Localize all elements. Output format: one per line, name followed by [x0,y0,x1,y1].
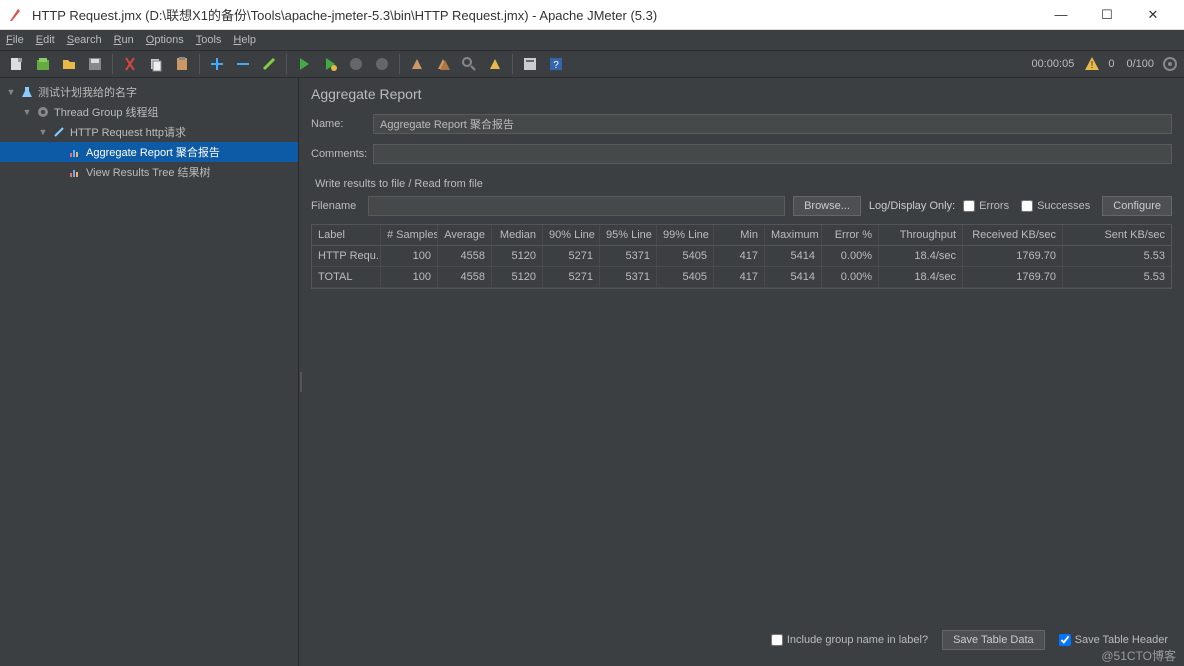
expand-icon[interactable] [206,53,228,75]
menu-options[interactable]: Options [146,34,184,46]
close-button[interactable]: ✕ [1130,1,1176,29]
successes-check[interactable]: Successes [1021,200,1090,212]
tree-thread-group[interactable]: ▼ Thread Group 线程组 [0,102,298,122]
th-min[interactable]: Min [714,225,765,245]
app-icon [8,7,24,23]
menu-edit[interactable]: Edit [36,34,55,46]
menubar: File Edit Search Run Options Tools Help [0,30,1184,50]
minimize-button[interactable]: — [1038,1,1084,29]
th-average[interactable]: Average [438,225,492,245]
results-table: Label # Samples Average Median 90% Line … [311,224,1172,289]
errors-check[interactable]: Errors [963,200,1009,212]
open-icon[interactable] [58,53,80,75]
watermark: @51CTO博客 [1101,647,1176,664]
collapse-icon[interactable] [232,53,254,75]
start-noTimers-icon[interactable] [319,53,341,75]
svg-text:!: ! [1091,60,1094,71]
search-icon[interactable] [458,53,480,75]
stop-icon[interactable] [345,53,367,75]
save-header-check[interactable]: Save Table Header [1059,634,1168,646]
chevron-down-icon[interactable]: ▼ [6,87,16,97]
menu-search[interactable]: Search [67,34,102,46]
comments-label: Comments: [311,148,373,160]
browse-button[interactable]: Browse... [793,196,861,216]
panel-heading: Aggregate Report [311,86,1172,102]
maximize-button[interactable]: ☐ [1084,1,1130,29]
new-icon[interactable] [6,53,28,75]
tree-aggregate-report[interactable]: Aggregate Report 聚合报告 [0,142,298,162]
titlebar: HTTP Request.jmx (D:\联想X1的备份\Tools\apach… [0,0,1184,30]
tree-results-label: View Results Tree 结果树 [86,164,211,180]
th-max[interactable]: Maximum [765,225,822,245]
chart-icon [68,165,82,179]
clear-all-icon[interactable] [432,53,454,75]
configure-button[interactable]: Configure [1102,196,1172,216]
reset-search-icon[interactable] [484,53,506,75]
tree-request-label: HTTP Request http请求 [70,124,186,140]
name-label: Name: [311,118,373,130]
test-plan-tree: ▼ 测试计划我给的名字 ▼ Thread Group 线程组 ▼ HTTP Re… [0,78,299,666]
table-row[interactable]: HTTP Requ... 100 4558 5120 5271 5371 540… [312,246,1171,267]
cut-icon[interactable] [119,53,141,75]
menu-run[interactable]: Run [114,34,134,46]
save-table-data-button[interactable]: Save Table Data [942,630,1045,650]
gear-icon [36,105,50,119]
warn-count: 0 [1108,58,1114,70]
th-median[interactable]: Median [492,225,543,245]
chevron-down-icon[interactable]: ▼ [38,127,48,137]
th-samples[interactable]: # Samples [381,225,438,245]
include-group-check[interactable]: Include group name in label? [771,634,928,646]
shutdown-icon[interactable] [371,53,393,75]
paste-icon[interactable] [171,53,193,75]
start-icon[interactable] [293,53,315,75]
logdisplay-label: Log/Display Only: [869,200,955,212]
th-error[interactable]: Error % [822,225,879,245]
chart-icon [68,145,82,159]
tree-root-label: 测试计划我给的名字 [38,84,137,100]
fieldset-label: Write results to file / Read from file [315,178,1172,190]
comments-input[interactable] [373,144,1172,164]
th-throughput[interactable]: Throughput [879,225,963,245]
tree-aggregate-label: Aggregate Report 聚合报告 [86,144,220,160]
table-row[interactable]: TOTAL 100 4558 5120 5271 5371 5405 417 5… [312,267,1171,288]
splitter[interactable] [299,78,303,666]
tree-results-tree[interactable]: View Results Tree 结果树 [0,162,298,182]
toggle-icon[interactable] [258,53,280,75]
flask-icon [20,85,34,99]
svg-text:?: ? [553,60,559,71]
elapsed-time: 00:00:05 [1032,58,1075,70]
th-received[interactable]: Received KB/sec [963,225,1063,245]
tree-http-request[interactable]: ▼ HTTP Request http请求 [0,122,298,142]
filename-label: Filename [311,200,356,212]
th-90[interactable]: 90% Line [543,225,600,245]
tree-root[interactable]: ▼ 测试计划我给的名字 [0,82,298,102]
help-icon[interactable]: ? [545,53,567,75]
pipette-icon [52,125,66,139]
tree-group-label: Thread Group 线程组 [54,104,159,120]
window-title: HTTP Request.jmx (D:\联想X1的备份\Tools\apach… [32,5,1038,24]
function-helper-icon[interactable] [519,53,541,75]
templates-icon[interactable] [32,53,54,75]
th-99[interactable]: 99% Line [657,225,714,245]
warning-icon[interactable]: ! [1084,56,1100,72]
th-label[interactable]: Label [312,225,381,245]
menu-tools[interactable]: Tools [196,34,222,46]
content-panel: Aggregate Report Name: Comments: Write r… [303,78,1184,666]
toolbar: ? 00:00:05 ! 0 0/100 [0,50,1184,78]
thread-count: 0/100 [1126,58,1154,70]
menu-help[interactable]: Help [233,34,256,46]
table-header: Label # Samples Average Median 90% Line … [312,225,1171,246]
th-95[interactable]: 95% Line [600,225,657,245]
save-icon[interactable] [84,53,106,75]
threads-icon[interactable] [1162,56,1178,72]
clear-icon[interactable] [406,53,428,75]
copy-icon[interactable] [145,53,167,75]
filename-input[interactable] [368,196,785,216]
name-input[interactable] [373,114,1172,134]
th-sent[interactable]: Sent KB/sec [1063,225,1171,245]
content-footer: Include group name in label? Save Table … [311,622,1172,658]
window-controls: — ☐ ✕ [1038,1,1176,29]
menu-file[interactable]: File [6,34,24,46]
chevron-down-icon[interactable]: ▼ [22,107,32,117]
